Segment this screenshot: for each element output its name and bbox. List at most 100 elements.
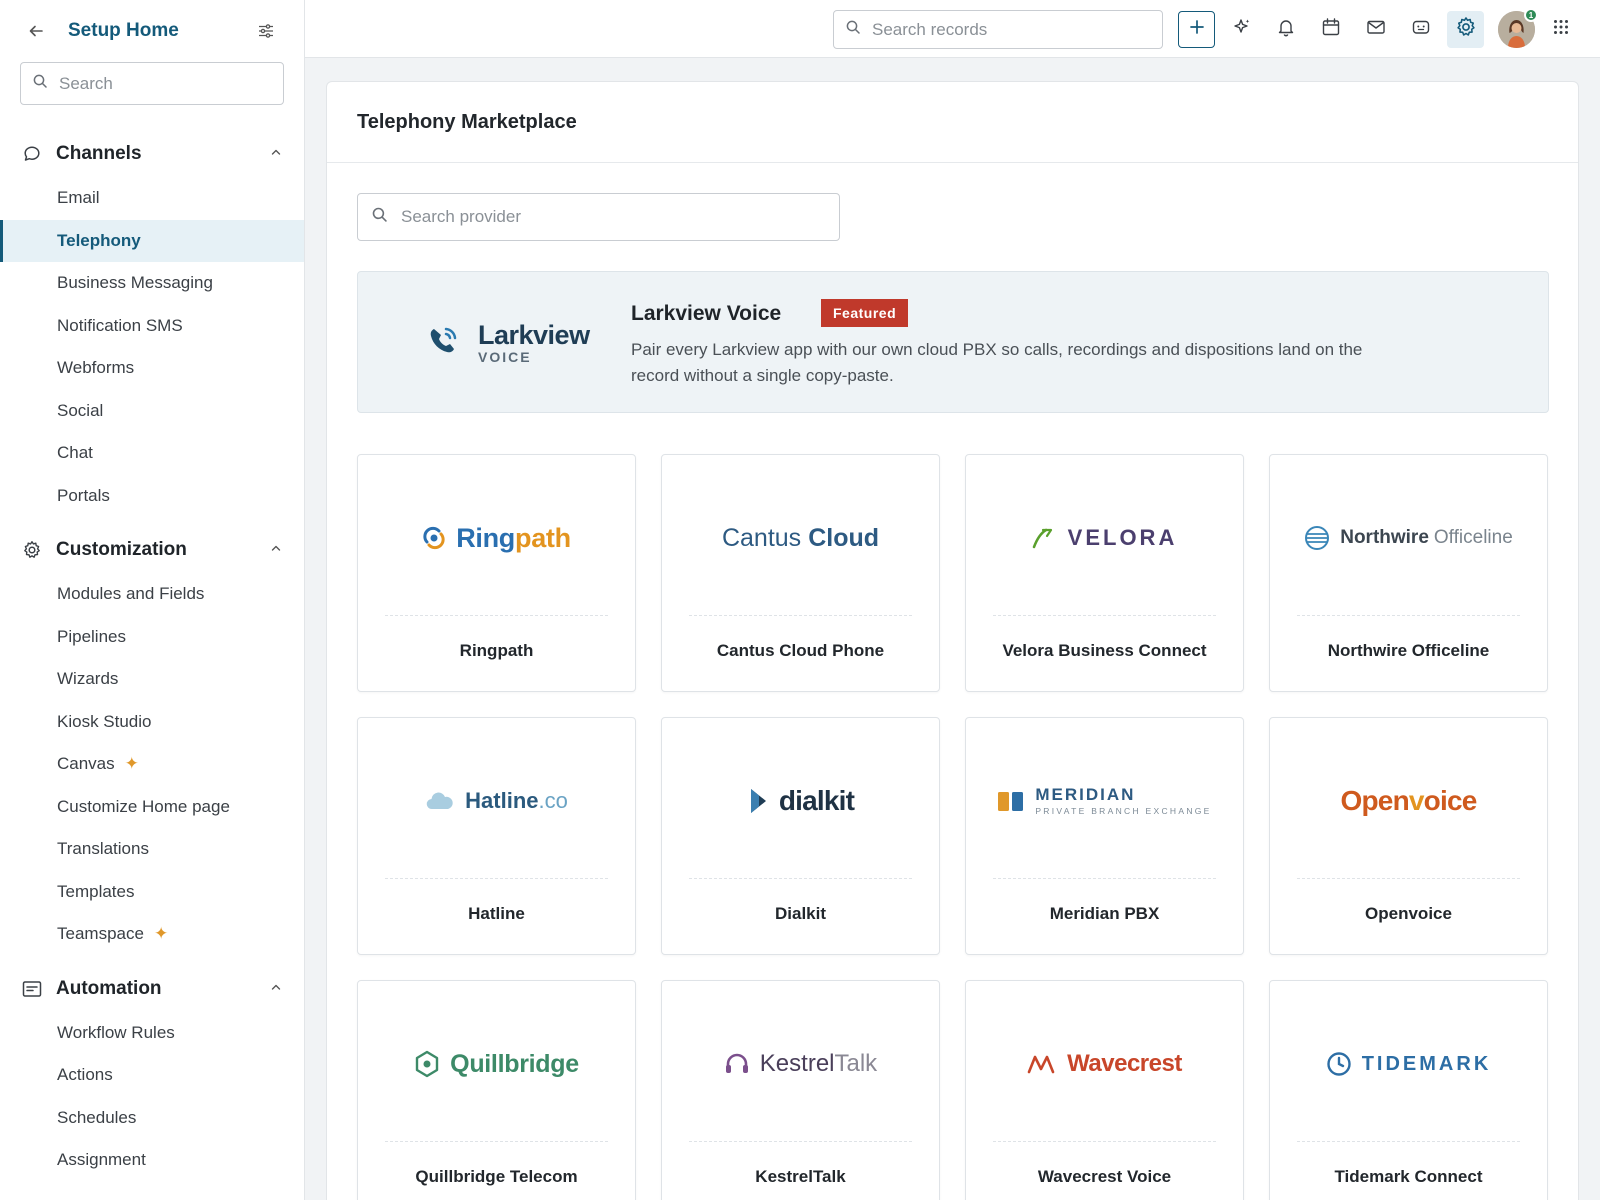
logo-part: Hatline [465,788,539,813]
chevron-up-icon[interactable] [270,541,282,559]
cloud-icon [426,792,453,810]
hatline-logo: Hatline .co [358,768,635,834]
logo-word: Larkview [478,320,590,350]
provider-card-velora-business-connect[interactable]: VELORA Velora Business Connect [965,454,1244,692]
record-search[interactable] [833,10,1163,49]
logo-part: Cloud [808,523,880,552]
provider-card-northwire-officeline[interactable]: Northwire Officeline Northwire Officeline [1269,454,1548,692]
sidebar-title: Setup Home [68,20,179,41]
sliders-icon[interactable] [254,19,278,43]
app-launcher-button[interactable] [1542,11,1579,48]
sidebar-search-input[interactable] [59,73,259,94]
chevron-up-icon[interactable] [270,980,282,998]
calendar-button[interactable] [1312,11,1349,48]
add-button[interactable] [1178,11,1215,48]
sidebar-item-kiosk-studio[interactable]: Kiosk Studio [0,701,304,744]
sidebar-header: Setup Home [0,0,304,62]
larkview-logo: Larkview VOICE [426,322,590,364]
provider-card-tidemark-connect[interactable]: TIDEMARK Tidemark Connect [1269,980,1548,1200]
setup-sidebar: Setup Home Channels Email Telephony Busi… [0,0,305,1200]
sidebar-item-label: Teamspace [57,924,144,944]
sidebar-item-assignment[interactable]: Assignment [0,1139,304,1182]
logo-part: v [1408,785,1425,816]
provider-card-cantus-cloud-phone[interactable]: Cantus Cloud Cantus Cloud Phone [661,454,940,692]
provider-name: Cantus Cloud Phone [716,641,885,660]
provider-card-openvoice[interactable]: Open v oice Openvoice [1269,717,1548,955]
card-divider [385,878,608,879]
chat-bubble-icon [22,144,42,164]
provider-name: Dialkit [774,904,827,923]
top-bar: 1 [305,0,1600,58]
card-divider [385,1141,608,1142]
bell-icon [1276,17,1296,42]
sidebar-item-schedules[interactable]: Schedules [0,1097,304,1140]
sidebar-item-actions[interactable]: Actions [0,1054,304,1097]
card-divider [993,878,1216,879]
provider-card-wavecrest-voice[interactable]: Wavecrest Wavecrest Voice [965,980,1244,1200]
provider-card-meridian-pbx[interactable]: MERIDIAN PRIVATE BRANCH EXCHANGE Meridia… [965,717,1244,955]
notifications-button[interactable] [1267,11,1304,48]
provider-name: Tidemark Connect [1334,1167,1483,1186]
globe-icon [1305,526,1330,550]
sidebar-item-webforms[interactable]: Webforms [0,347,304,390]
search-icon [372,207,387,227]
arrow-left-icon[interactable] [26,21,46,41]
sidebar-item-business-messaging[interactable]: Business Messaging [0,262,304,305]
sidebar-item-chat[interactable]: Chat [0,432,304,475]
featured-description: Pair every Larkview app with our own clo… [631,340,1363,385]
featured-provider-banner[interactable]: Larkview VOICE Larkview Voice Featured P… [357,271,1549,413]
provider-name: Northwire Officeline [1327,641,1490,660]
headset-icon [725,1053,748,1073]
page-title: Telephony Marketplace [327,82,1578,163]
record-search-input[interactable] [872,19,1132,40]
provider-search-input[interactable] [401,207,801,227]
play-icon [750,789,766,813]
gear-icon [22,540,42,560]
cantus-cloud-logo: Cantus Cloud [662,505,939,571]
gear-icon [1455,16,1477,43]
dialkit-logo: dialkit [662,768,939,834]
sidebar-item-portals[interactable]: Portals [0,475,304,518]
sidebar-item-wizards[interactable]: Wizards [0,658,304,701]
sidebar-item-canvas[interactable]: Canvas ✦ [0,743,304,786]
provider-card-hatline[interactable]: Hatline .co Hatline [357,717,636,955]
logo-part: PRIVATE BRANCH EXCHANGE [1035,806,1212,817]
mail-icon [1366,17,1386,42]
grid-icon [1553,19,1569,40]
chatbot-button[interactable] [1402,11,1439,48]
sidebar-item-customize-home-page[interactable]: Customize Home page [0,786,304,829]
sidebar-item-social[interactable]: Social [0,390,304,433]
logo-part: Kestrel [759,1050,835,1077]
provider-name: Velora Business Connect [1002,641,1207,660]
calendar-icon [1321,17,1341,42]
provider-card-ringpath[interactable]: Ring path Ringpath [357,454,636,692]
mail-button[interactable] [1357,11,1394,48]
featured-name: Larkview Voice [631,302,782,325]
provider-card-kestreltalk[interactable]: Kestrel Talk KestrelTalk [661,980,940,1200]
sidebar-item-telephony[interactable]: Telephony [0,219,304,262]
provider-name: Wavecrest Voice [1037,1167,1172,1186]
logo-part: Open [1340,785,1410,816]
provider-card-dialkit[interactable]: dialkit Dialkit [661,717,940,955]
card-divider [1297,615,1520,616]
sidebar-search[interactable] [20,62,284,105]
section-customization[interactable]: Customization [0,528,304,572]
chevron-up-icon[interactable] [270,145,282,163]
avatar[interactable]: 1 [1498,8,1538,48]
sidebar-item-templates[interactable]: Templates [0,871,304,914]
section-automation[interactable]: Automation [0,967,304,1011]
ai-sparkle-button[interactable] [1223,11,1260,48]
sidebar-item-workflow-rules[interactable]: Workflow Rules [0,1012,304,1055]
sidebar-item-modules-and-fields[interactable]: Modules and Fields [0,573,304,616]
section-channels[interactable]: Channels [0,132,304,176]
sidebar-item-translations[interactable]: Translations [0,828,304,871]
sidebar-item-email[interactable]: Email [0,177,304,220]
provider-search[interactable] [357,193,840,241]
section-label: Channels [56,143,142,164]
sidebar-item-pipelines[interactable]: Pipelines [0,616,304,659]
settings-button[interactable] [1447,11,1484,48]
section-label: Automation [56,977,162,999]
sidebar-item-notification-sms[interactable]: Notification SMS [0,305,304,348]
provider-card-quillbridge-telecom[interactable]: Quillbridge Quillbridge Telecom [357,980,636,1200]
sidebar-item-teamspace[interactable]: Teamspace ✦ [0,913,304,956]
